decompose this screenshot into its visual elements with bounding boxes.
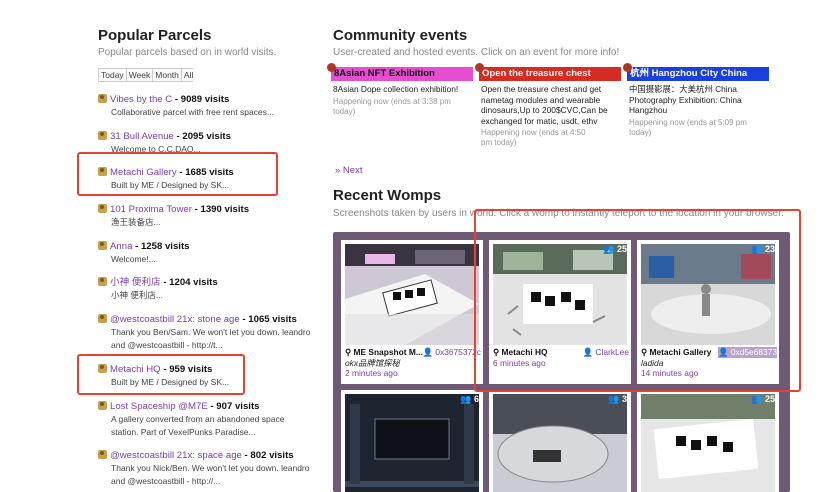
event-description: 中国摄影展：大美杭州 China Photography Exhibition:… xyxy=(629,84,742,116)
tab-month[interactable]: Month xyxy=(153,69,182,81)
parcel-link[interactable]: Anna xyxy=(110,241,132,252)
parcel-visits: - 1065 visits xyxy=(242,314,297,325)
parcel-link[interactable]: 31 Bull Avenue xyxy=(110,131,174,142)
parcel-visits: - 802 visits xyxy=(244,450,294,461)
parcel-item: 小神 便利店 - 1204 visits 小神 便利店... xyxy=(98,276,298,302)
parcel-item: Vibes by the C - 9089 visits Collaborati… xyxy=(98,93,298,119)
parcel-link[interactable]: 101 Proxima Tower xyxy=(110,204,192,215)
parcel-visits: - 1204 visits xyxy=(163,277,218,288)
event-description: Open the treasure chest and get nametag … xyxy=(481,84,608,126)
parcel-icon xyxy=(98,450,107,459)
event-time: Happening now (ends at 5:09 pm today) xyxy=(629,117,747,137)
parcel-link[interactable]: @westcoastbill 21x: stone age xyxy=(110,314,240,325)
parcel-visits: - 2095 visits xyxy=(176,131,231,142)
womp-count-badge: 👥 3 xyxy=(608,394,627,404)
parcel-item: Lost Spaceship @M7E - 907 visits A galle… xyxy=(98,400,298,439)
parcel-item: @westcoastbill 21x: stone age - 1065 vis… xyxy=(98,313,310,352)
womp-card[interactable]: 👥 25 xyxy=(637,390,779,492)
event-pin-icon xyxy=(623,63,632,72)
parcel-icon xyxy=(98,401,107,410)
parcel-icon xyxy=(98,241,107,250)
womp-screenshot[interactable] xyxy=(641,394,775,492)
events-next-link[interactable]: » Next xyxy=(335,165,362,176)
event-pin-icon xyxy=(475,63,484,72)
parcel-visits: - 1390 visits xyxy=(194,204,250,215)
event-card[interactable]: 杭州 Hangzhou City China 中国摄影展：大美杭州 China … xyxy=(623,63,769,138)
parcel-description: Collaborative parcel with free rent spac… xyxy=(111,107,274,117)
parcel-description: A gallery converted from an abandoned sp… xyxy=(111,414,285,437)
parcel-icon xyxy=(98,131,107,140)
event-card[interactable]: Open the treasure chest Open the treasur… xyxy=(475,63,621,148)
event-title[interactable]: Open the treasure chest xyxy=(479,67,621,81)
parcel-icon xyxy=(98,314,107,323)
parcel-item: Anna - 1258 visits Welcome!... xyxy=(98,240,298,266)
events-title: Community events xyxy=(333,27,468,44)
parcels-subtitle: Popular parcels based on in world visits… xyxy=(98,47,277,58)
womp-location[interactable]: ⚲ ME Snapshot M... xyxy=(345,347,423,357)
events-subtitle: User-created and hosted events. Click on… xyxy=(333,47,620,58)
parcel-visits: - 9089 visits xyxy=(174,94,230,105)
parcel-link[interactable]: Vibes by the C xyxy=(110,94,172,105)
parcel-link[interactable]: 小神 便利店 xyxy=(110,277,161,288)
parcel-description: Welcome!... xyxy=(111,254,156,264)
tab-today[interactable]: Today xyxy=(99,69,127,81)
tab-all[interactable]: All xyxy=(181,69,196,81)
womp-time: 2 minutes ago xyxy=(345,368,398,378)
parcel-description: 渔王装备店... xyxy=(111,217,161,227)
parcel-description: Thank you Nick/Ben. We won't let you dow… xyxy=(111,463,310,486)
parcel-item: 101 Proxima Tower - 1390 visits 渔王装备店... xyxy=(98,203,298,229)
parcel-link[interactable]: @westcoastbill 21x: space age xyxy=(110,450,242,461)
parcel-icon xyxy=(98,94,107,103)
parcel-visits: - 907 visits xyxy=(210,401,260,412)
event-title[interactable]: 8Asian NFT Exhibition xyxy=(331,67,473,81)
parcels-title: Popular Parcels xyxy=(98,27,212,44)
event-pin-icon xyxy=(327,63,336,72)
parcel-description: Thank you Ben/Sam. We won't let you down… xyxy=(111,327,311,350)
womp-card[interactable]: ⚲ ME Snapshot M... 👤 0x3675372c okx品牌馆探秘… xyxy=(341,240,483,384)
womp-count-badge: 👥 6 xyxy=(460,394,479,404)
highlight-box xyxy=(77,354,245,395)
parcel-visits: - 1258 visits xyxy=(135,241,190,252)
event-time: Happening now (ends at 3:38 pm today) xyxy=(333,96,451,116)
event-description: 8Asian Dope collection exhibition! xyxy=(333,84,459,94)
parcel-icon xyxy=(98,277,107,286)
womp-screenshot[interactable] xyxy=(345,244,479,345)
womp-card[interactable]: 👥 6 xyxy=(341,390,483,492)
parcel-icon xyxy=(98,204,107,213)
womps-title: Recent Womps xyxy=(333,187,442,204)
parcels-period-tabs: Today Week Month All xyxy=(98,68,196,82)
parcel-link[interactable]: Lost Spaceship @M7E xyxy=(110,401,208,412)
event-title[interactable]: 杭州 Hangzhou City China xyxy=(627,67,769,81)
parcel-description: 小神 便利店... xyxy=(111,290,163,300)
parcel-item: @westcoastbill 21x: space age - 802 visi… xyxy=(98,449,310,488)
womp-screenshot[interactable] xyxy=(345,394,479,492)
womp-card[interactable]: 👥 3 xyxy=(489,390,631,492)
highlight-box xyxy=(77,152,278,196)
highlight-box xyxy=(474,209,801,392)
womp-caption: okx品牌馆探秘 xyxy=(345,357,400,368)
womp-screenshot[interactable] xyxy=(493,394,627,492)
womp-user[interactable]: 👤 0x3675372c xyxy=(423,347,481,358)
womp-count-badge: 👥 25 xyxy=(751,394,775,404)
event-time: Happening now (ends at 4:50 pm today) xyxy=(481,128,586,148)
tab-week[interactable]: Week xyxy=(126,69,154,81)
event-card[interactable]: 8Asian NFT Exhibition 8Asian Dope collec… xyxy=(327,63,473,117)
